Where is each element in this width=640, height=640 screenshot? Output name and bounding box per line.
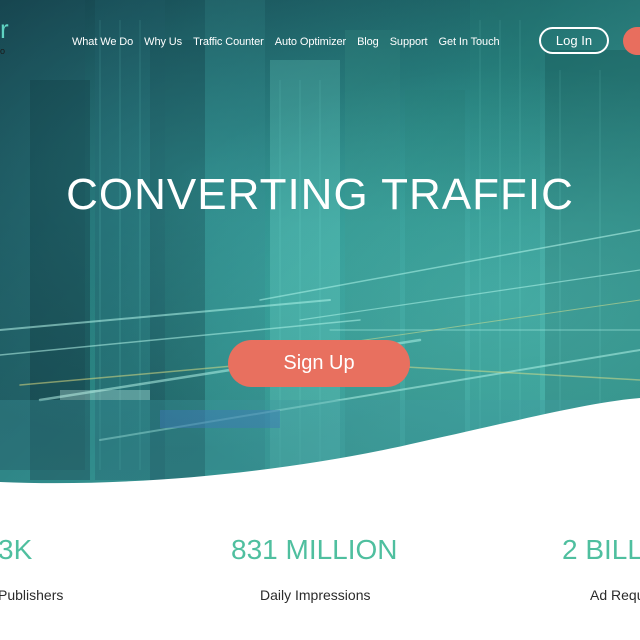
stat-value-publishers: 3K [0, 534, 33, 565]
brand-logo-fragment[interactable]: r [0, 16, 9, 42]
stat-value-ad-requests: 2 BILL [562, 534, 640, 565]
nav-auto-optimizer[interactable]: Auto Optimizer [275, 36, 346, 48]
stat-label-ad-requests: Ad Requ [590, 587, 640, 603]
nav-traffic-counter[interactable]: Traffic Counter [193, 36, 264, 48]
stat-value-impressions: 831 MILLION [231, 534, 398, 565]
nav-why-us[interactable]: Why Us [144, 36, 182, 48]
stat-label-impressions: Daily Impressions [260, 587, 371, 603]
nav-support[interactable]: Support [390, 36, 428, 48]
nav-get-in-touch[interactable]: Get In Touch [439, 36, 500, 48]
hero-wave-divider [0, 398, 640, 500]
brand-logo-subtext-fragment: o [0, 46, 6, 56]
nav-blog[interactable]: Blog [357, 36, 379, 48]
hero-section [0, 0, 640, 500]
signup-button[interactable]: Sign Up [228, 340, 410, 387]
main-navigation: What We Do Why Us Traffic Counter Auto O… [72, 34, 511, 50]
hero-headline: CONVERTING TRAFFIC [66, 170, 574, 219]
stat-label-publishers: Publishers [0, 587, 64, 603]
login-button[interactable]: Log In [539, 27, 609, 54]
landing-page: r o What We Do Why Us Traffic Counter Au… [0, 0, 640, 640]
nav-what-we-do[interactable]: What We Do [72, 36, 133, 48]
